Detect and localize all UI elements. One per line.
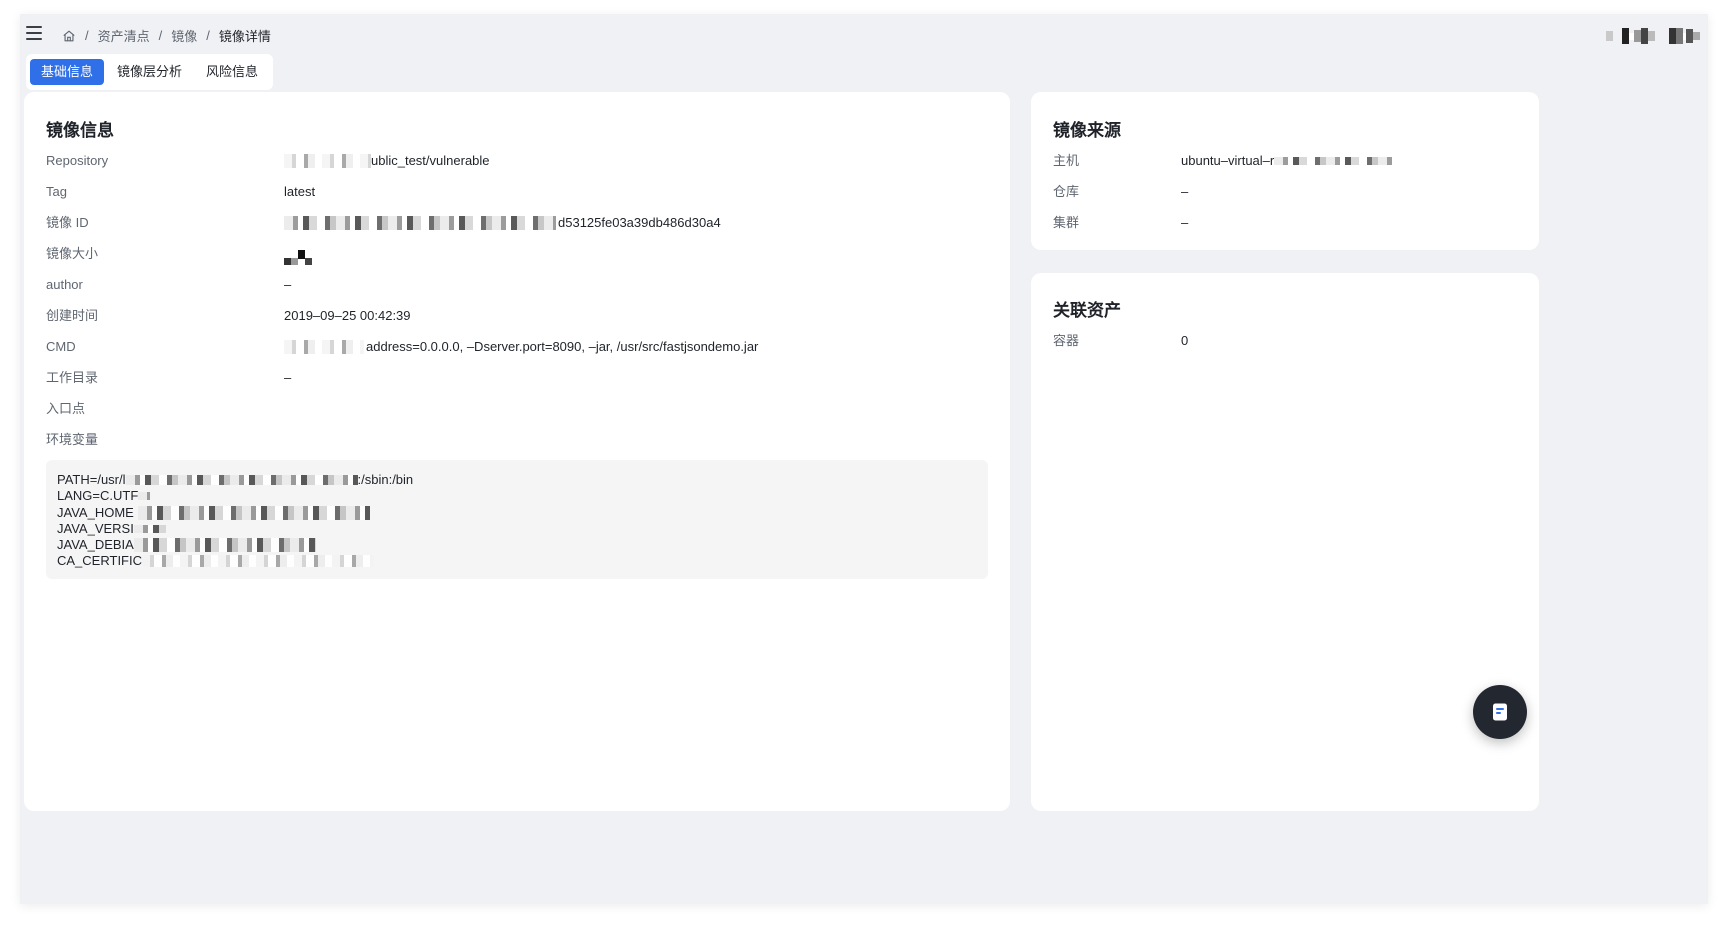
field-value: –: [284, 370, 292, 385]
avatar[interactable]: [1606, 26, 1655, 46]
redacted-text: [1274, 157, 1395, 165]
field-label: 镜像大小: [46, 246, 99, 261]
image-source-title: 镜像来源: [1053, 121, 1121, 140]
redacted-text: [284, 216, 556, 230]
home-icon[interactable]: [62, 29, 76, 43]
redacted-text: [284, 246, 312, 266]
env-line-prefix: JAVA_VERSI: [57, 521, 134, 536]
field-label: 主机: [1053, 153, 1080, 168]
env-line: JAVA_VERSI: [57, 521, 166, 536]
env-line: PATH=/usr/l :/sbin:/bin: [57, 472, 413, 487]
app-window: / 资产清点 / 镜像 / 镜像详情 基础信息 镜像层分析 风险信息 镜像信息 …: [20, 14, 1708, 904]
field-value: –: [284, 277, 292, 292]
document-icon: [1493, 703, 1507, 721]
top-bar: / 资产清点 / 镜像 / 镜像详情: [20, 14, 1708, 54]
redacted-text: [284, 154, 371, 168]
field-value: ublic_test/vulnerable: [371, 153, 490, 168]
env-line-suffix: :/sbin:/bin: [357, 472, 414, 487]
field-label: 仓库: [1053, 184, 1080, 199]
field-label: 工作目录: [46, 370, 99, 385]
breadcrumb-item-images[interactable]: 镜像: [171, 26, 197, 45]
env-line-prefix: JAVA_DEBIA: [57, 537, 134, 552]
field-value: 2019–09–25 00:42:39: [284, 308, 411, 323]
user-area[interactable]: [1606, 26, 1700, 46]
breadcrumb-separator: /: [158, 28, 163, 43]
field-label: Repository: [46, 153, 109, 168]
field-value: –: [1181, 215, 1189, 230]
redacted-text: [138, 491, 151, 500]
tab-layer-analysis[interactable]: 镜像层分析: [106, 59, 193, 85]
related-assets-card: 关联资产 容器 0: [1031, 273, 1539, 811]
tab-risk-info[interactable]: 风险信息: [195, 59, 269, 85]
breadcrumb-item-asset-inventory[interactable]: 资产清点: [98, 26, 150, 45]
field-label: 容器: [1053, 333, 1080, 348]
field-value: address=0.0.0.0, –Dserver.port=8090, –ja…: [366, 339, 759, 354]
env-line: CA_CERTIFIC: [57, 553, 374, 568]
image-info-title: 镜像信息: [46, 121, 114, 140]
tab-basic-info[interactable]: 基础信息: [30, 59, 105, 85]
field-label: Tag: [46, 184, 67, 199]
redacted-text: [137, 505, 370, 520]
floating-help-button[interactable]: [1473, 685, 1527, 739]
field-value: –: [1181, 184, 1189, 199]
redacted-text: [142, 554, 374, 567]
image-info-card: 镜像信息 Repository ublic_test/vulnerable Ta…: [24, 92, 1010, 811]
env-line-prefix: JAVA_HOME: [57, 505, 134, 520]
tab-bar: 基础信息 镜像层分析 风险信息: [26, 54, 274, 90]
breadcrumb: / 资产清点 / 镜像 / 镜像详情: [62, 26, 271, 45]
field-value[interactable]: 0: [1181, 333, 1188, 349]
user-menu[interactable]: [1669, 26, 1700, 46]
env-line-prefix: LANG=C.UTF: [57, 488, 139, 503]
field-label: 环境变量: [46, 432, 99, 447]
redacted-text: [125, 474, 358, 485]
env-line-prefix: PATH=/usr/l: [57, 472, 126, 487]
redacted-text: [284, 340, 364, 354]
breadcrumb-separator: /: [85, 28, 89, 43]
field-label: 镜像 ID: [46, 215, 89, 230]
field-label: CMD: [46, 339, 76, 354]
breadcrumb-item-image-detail: 镜像详情: [218, 29, 271, 44]
image-source-card: 镜像来源 主机 ubuntu–virtual–r 仓库 – 集群 –: [1031, 92, 1539, 250]
env-line: JAVA_HOME: [57, 505, 370, 520]
field-label: 创建时间: [46, 308, 99, 323]
redacted-text: [133, 524, 166, 533]
menu-icon[interactable]: [26, 26, 42, 40]
breadcrumb-separator: /: [206, 28, 210, 43]
env-line-prefix: CA_CERTIFIC: [57, 553, 142, 568]
field-label: author: [46, 277, 83, 292]
env-line: LANG=C.UTF: [57, 488, 151, 503]
redacted-text: [133, 537, 316, 552]
env-line: JAVA_DEBIA: [57, 537, 316, 552]
related-assets-title: 关联资产: [1053, 301, 1121, 320]
field-value: ubuntu–virtual–r: [1181, 153, 1275, 168]
field-label: 集群: [1053, 215, 1080, 230]
field-label: 入口点: [46, 401, 86, 416]
field-value: latest: [284, 184, 316, 199]
env-vars-block: PATH=/usr/l :/sbin:/bin LANG=C.UTF JAVA_…: [46, 460, 988, 579]
field-value: d53125fe03a39db486d30a4: [558, 215, 721, 230]
